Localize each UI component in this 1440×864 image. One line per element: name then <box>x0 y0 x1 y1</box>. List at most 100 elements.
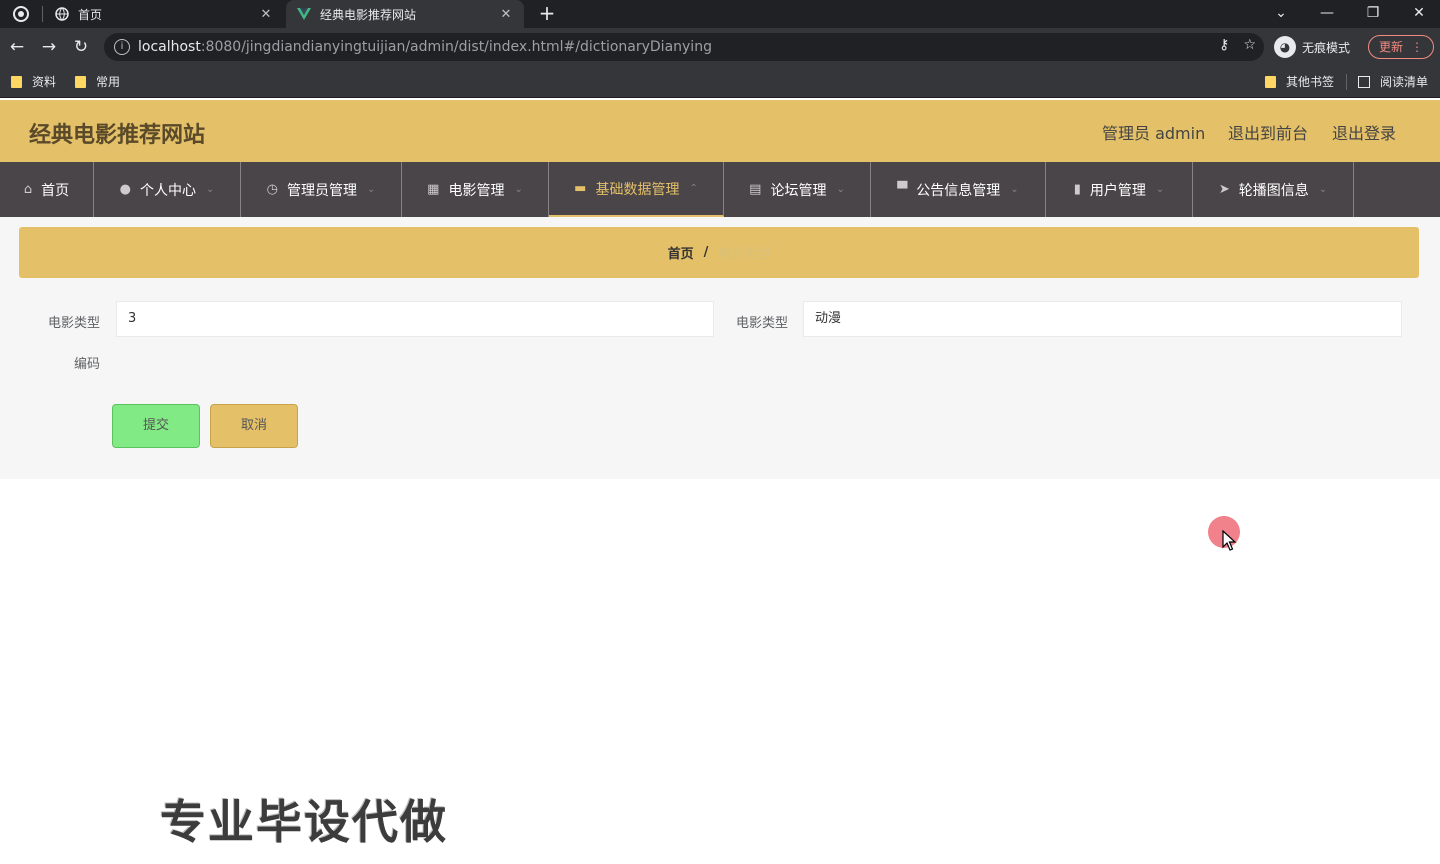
menu-item-carousel[interactable]: ➤ 轮播图信息 ⌄ <box>1193 162 1354 217</box>
chevron-down-icon: ⌄ <box>1010 184 1019 195</box>
menu-item-home[interactable]: ⌂ 首页 <box>0 162 94 217</box>
chevron-down-icon: ⌄ <box>514 184 523 195</box>
chevron-down-icon: ⌄ <box>836 184 845 195</box>
breadcrumb-current: 电影类型 <box>718 247 771 262</box>
close-window-button[interactable]: ✕ <box>1404 2 1434 24</box>
forward-icon[interactable]: → <box>38 36 60 58</box>
key-icon[interactable]: ⚷ <box>1219 37 1229 53</box>
calendar-icon: ▦ <box>427 182 440 197</box>
bookmark-folder[interactable]: 常用 <box>75 73 120 90</box>
close-tab-icon[interactable]: ✕ <box>256 7 276 22</box>
menu-label: 首页 <box>41 182 70 199</box>
code-label: 编码 <box>73 357 100 372</box>
menu-item-movies[interactable]: ▦ 电影管理 ⌄ <box>402 162 549 217</box>
incognito-profile[interactable]: ◕ 无痕模式 <box>1274 34 1350 60</box>
bookmark-label: 其他书签 <box>1286 75 1335 89</box>
more-menu-icon: ⋮ <box>1411 40 1423 54</box>
menu-item-profile[interactable]: ● 个人中心 ⌄ <box>94 162 241 217</box>
exit-to-frontend-link[interactable]: 退出到前台 <box>1228 120 1308 144</box>
close-tab-icon[interactable]: ✕ <box>496 7 516 22</box>
bookmark-folder[interactable]: 资料 <box>11 73 56 90</box>
bookmark-label: 资料 <box>32 75 57 89</box>
browser-tab-home[interactable]: 首页 ✕ <box>44 0 284 28</box>
breadcrumb: 首页 / 电影类型 <box>19 227 1419 278</box>
content-area: 首页 / 电影类型 电影类型 3 电影类型 动漫 编码 提交 取消 <box>0 217 1440 479</box>
restore-button[interactable]: ❐ <box>1358 2 1388 24</box>
menu-label: 轮播图信息 <box>1238 182 1309 199</box>
browser-tab-active[interactable]: 经典电影推荐网站 ✕ <box>286 0 524 28</box>
site-title: 经典电影推荐网站 <box>29 123 206 148</box>
folder-icon <box>11 75 22 88</box>
chevron-down-icon: ⌄ <box>1155 184 1165 195</box>
app-header: 经典电影推荐网站 管理员 admin 退出到前台 退出登录 <box>0 100 1440 162</box>
briefcase-icon: ▬ <box>574 181 587 196</box>
reload-icon[interactable]: ↻ <box>70 36 92 58</box>
home-icon: ⌂ <box>23 182 33 197</box>
chevron-up-icon: ⌃ <box>689 183 698 194</box>
browser-logo-icon[interactable] <box>12 5 30 23</box>
main-menu: ⌂ 首页 ● 个人中心 ⌄ ◷ 管理员管理 ⌄ ▦ 电影管理 ⌄ ▬ 基础数据管… <box>0 162 1440 217</box>
chevron-down-icon: ⌄ <box>366 184 376 195</box>
tab-separator <box>42 6 43 22</box>
cancel-button[interactable]: 取消 <box>210 404 298 448</box>
reading-list-icon <box>1358 75 1370 88</box>
breadcrumb-home[interactable]: 首页 <box>668 243 694 262</box>
reading-list[interactable]: 阅读清单 <box>1358 73 1428 90</box>
browser-toolbar: ← → ↻ i localhost:8080/jingdiandianyingt… <box>0 28 1440 66</box>
document-icon: ▤ <box>749 182 762 197</box>
mouse-cursor-icon <box>1222 530 1237 551</box>
chevron-down-icon: ⌄ <box>205 184 215 195</box>
movie-type-code-input[interactable]: 3 <box>116 301 714 337</box>
monitor-icon: ▀ <box>897 182 908 197</box>
folder-icon <box>1265 75 1276 88</box>
menu-label: 用户管理 <box>1089 182 1146 199</box>
bar-chart-icon: ▮ <box>1073 182 1081 197</box>
url-path: :8080/jingdiandianyingtuijian/admin/dist… <box>200 39 712 55</box>
menu-label: 管理员管理 <box>286 182 357 199</box>
update-label: 更新 <box>1379 40 1404 54</box>
info-icon[interactable]: i <box>114 39 130 55</box>
watermark-text: 专业毕设代做 <box>160 795 448 849</box>
menu-label: 论坛管理 <box>770 182 827 199</box>
menu-label: 个人中心 <box>139 182 196 199</box>
chevron-down-icon: ⌄ <box>1318 184 1328 195</box>
profile-label: 无痕模式 <box>1302 40 1351 55</box>
url-host: localhost <box>138 39 201 55</box>
tab-title: 经典电影推荐网站 <box>320 7 417 22</box>
user-icon: ● <box>119 182 131 197</box>
menu-item-basic-data[interactable]: ▬ 基础数据管理 ⌃ <box>549 162 724 217</box>
movie-type-name-label: 电影类型 <box>735 316 788 331</box>
address-bar[interactable]: i localhost:8080/jingdiandianyingtuijian… <box>104 33 1264 61</box>
incognito-icon: ◕ <box>1274 36 1296 58</box>
vue-icon <box>296 6 312 22</box>
tab-search-icon[interactable]: ⌄ <box>1266 2 1296 24</box>
send-icon: ➤ <box>1218 182 1230 197</box>
bookmark-label: 阅读清单 <box>1380 75 1429 89</box>
folder-icon <box>75 75 86 88</box>
bookmark-label: 常用 <box>96 75 121 89</box>
clock-icon: ◷ <box>266 182 278 197</box>
submit-button[interactable]: 提交 <box>112 404 200 448</box>
update-button[interactable]: 更新 ⋮ <box>1368 35 1434 59</box>
menu-item-users[interactable]: ▮ 用户管理 ⌄ <box>1046 162 1193 217</box>
menu-label: 公告信息管理 <box>916 182 1001 199</box>
globe-icon <box>54 6 70 22</box>
browser-tab-strip: 首页 ✕ 经典电影推荐网站 ✕ + ⌄ — ❐ ✕ <box>0 0 1440 28</box>
back-icon[interactable]: ← <box>6 36 28 58</box>
bookmarks-bar: 资料 常用 其他书签 阅读清单 <box>0 66 1440 98</box>
menu-item-forum[interactable]: ▤ 论坛管理 ⌄ <box>724 162 871 217</box>
new-tab-button[interactable]: + <box>536 2 558 24</box>
menu-label: 电影管理 <box>448 182 505 199</box>
url-text: localhost:8080/jingdiandianyingtuijian/a… <box>138 39 712 55</box>
movie-type-code-label: 电影类型 <box>47 316 100 331</box>
tab-title: 首页 <box>78 7 103 22</box>
breadcrumb-separator: / <box>703 245 709 260</box>
other-bookmarks[interactable]: 其他书签 <box>1265 73 1334 90</box>
star-icon[interactable]: ☆ <box>1243 37 1256 53</box>
menu-item-admin[interactable]: ◷ 管理员管理 ⌄ <box>241 162 402 217</box>
menu-label: 基础数据管理 <box>595 181 680 198</box>
movie-type-name-input[interactable]: 动漫 <box>803 301 1402 337</box>
logout-link[interactable]: 退出登录 <box>1332 120 1396 144</box>
menu-item-notice[interactable]: ▀ 公告信息管理 ⌄ <box>871 162 1046 217</box>
minimize-button[interactable]: — <box>1312 2 1342 24</box>
